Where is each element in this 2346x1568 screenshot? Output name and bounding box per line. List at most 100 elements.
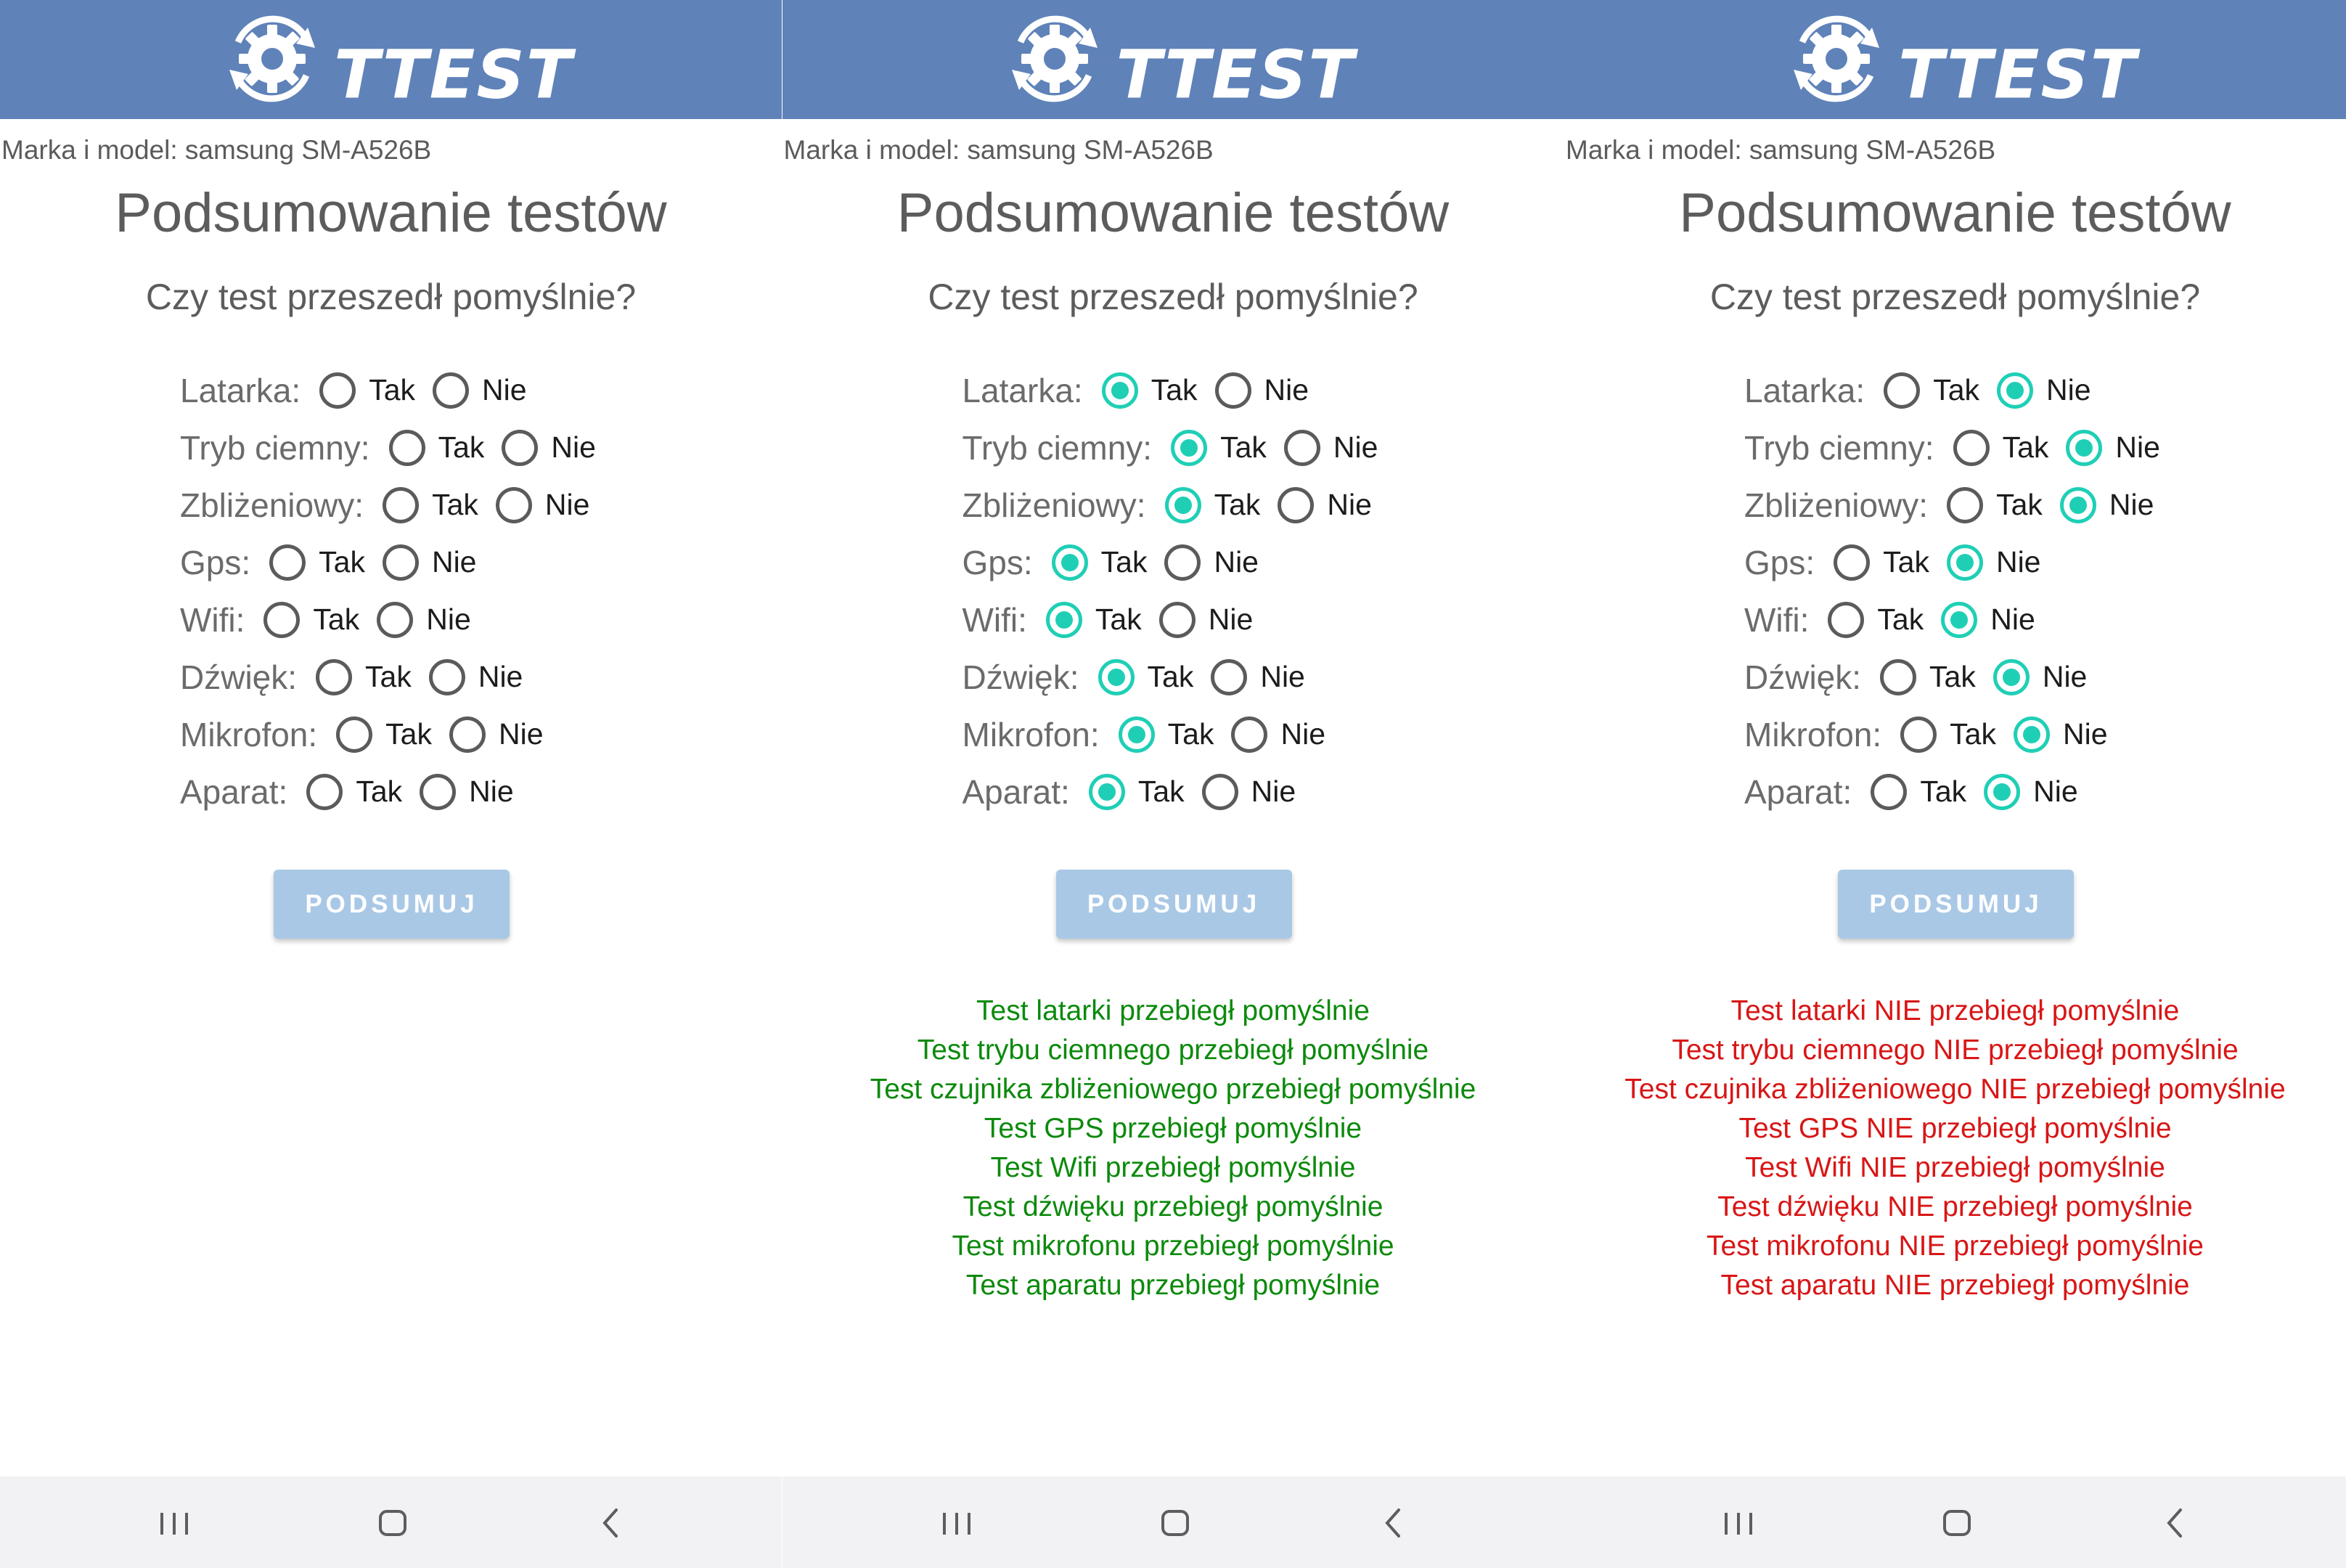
- radio-option-no[interactable]: Nie: [1993, 658, 2087, 695]
- radio-button-no[interactable]: [1946, 544, 1983, 581]
- radio-option-no[interactable]: Nie: [2059, 486, 2154, 523]
- radio-option-no[interactable]: Nie: [1231, 716, 1325, 753]
- radio-option-no[interactable]: Nie: [1984, 773, 2078, 810]
- radio-option-yes[interactable]: Tak: [1828, 601, 1924, 638]
- radio-option-yes[interactable]: Tak: [1118, 716, 1214, 753]
- radio-option-no[interactable]: Nie: [495, 486, 589, 523]
- radio-button-yes[interactable]: [1088, 773, 1125, 810]
- radio-option-yes[interactable]: Tak: [1101, 372, 1198, 409]
- radio-button-yes[interactable]: [1164, 486, 1201, 523]
- radio-option-yes[interactable]: Tak: [1834, 544, 1929, 581]
- radio-option-no[interactable]: Nie: [502, 429, 596, 466]
- radio-option-no[interactable]: Nie: [1158, 601, 1253, 638]
- radio-button-no[interactable]: [2013, 716, 2050, 753]
- radio-option-yes[interactable]: Tak: [306, 773, 402, 810]
- radio-button-no[interactable]: [502, 429, 539, 466]
- radio-button-yes[interactable]: [1171, 429, 1208, 466]
- radio-option-yes[interactable]: Tak: [1947, 486, 2043, 523]
- radio-option-yes[interactable]: Tak: [1884, 372, 1979, 409]
- radio-option-yes[interactable]: Tak: [336, 716, 432, 753]
- radio-option-no[interactable]: Nie: [382, 544, 477, 581]
- home-icon[interactable]: [1937, 1506, 1977, 1540]
- radio-option-yes[interactable]: Tak: [319, 372, 415, 409]
- radio-button-yes[interactable]: [269, 544, 306, 581]
- summarize-button[interactable]: PODSUMUJ: [1838, 870, 2074, 939]
- radio-button-yes[interactable]: [1098, 658, 1135, 695]
- radio-option-yes[interactable]: Tak: [1164, 486, 1260, 523]
- radio-button-yes[interactable]: [1953, 429, 1990, 466]
- radio-button-yes[interactable]: [1834, 544, 1871, 581]
- radio-option-yes[interactable]: Tak: [388, 429, 484, 466]
- radio-button-no[interactable]: [1941, 601, 1978, 638]
- radio-option-yes[interactable]: Tak: [316, 658, 412, 695]
- radio-button-no[interactable]: [433, 372, 470, 409]
- radio-option-no[interactable]: Nie: [428, 658, 523, 695]
- radio-option-no[interactable]: Nie: [1211, 658, 1305, 695]
- radio-option-yes[interactable]: Tak: [1098, 658, 1193, 695]
- radio-button-no[interactable]: [428, 658, 465, 695]
- radio-option-no[interactable]: Nie: [1201, 773, 1296, 810]
- radio-option-no[interactable]: Nie: [1946, 544, 2041, 581]
- back-icon[interactable]: [1374, 1506, 1413, 1540]
- radio-option-yes[interactable]: Tak: [1871, 773, 1966, 810]
- radio-button-yes[interactable]: [1051, 544, 1088, 581]
- radio-button-no[interactable]: [449, 716, 486, 753]
- summarize-button[interactable]: PODSUMUJ: [1055, 870, 1292, 939]
- radio-button-yes[interactable]: [1884, 372, 1921, 409]
- radio-button-yes[interactable]: [1871, 773, 1908, 810]
- radio-button-yes[interactable]: [383, 486, 420, 523]
- summarize-button[interactable]: PODSUMUJ: [274, 870, 510, 939]
- radio-button-no[interactable]: [1997, 372, 2034, 409]
- radio-option-no[interactable]: Nie: [1283, 429, 1378, 466]
- radio-option-no[interactable]: Nie: [420, 773, 514, 810]
- radio-option-no[interactable]: Nie: [2066, 429, 2160, 466]
- radio-button-yes[interactable]: [1118, 716, 1155, 753]
- radio-option-yes[interactable]: Tak: [269, 544, 365, 581]
- radio-option-yes[interactable]: Tak: [1051, 544, 1147, 581]
- radio-option-no[interactable]: Nie: [377, 601, 471, 638]
- radio-button-no[interactable]: [1214, 372, 1251, 409]
- radio-button-no[interactable]: [2066, 429, 2103, 466]
- radio-option-yes[interactable]: Tak: [1953, 429, 2048, 466]
- radio-button-no[interactable]: [1984, 773, 2021, 810]
- home-icon[interactable]: [1156, 1506, 1195, 1540]
- radio-button-yes[interactable]: [336, 716, 373, 753]
- radio-option-yes[interactable]: Tak: [1171, 429, 1267, 466]
- radio-button-yes[interactable]: [1880, 658, 1917, 695]
- radio-button-no[interactable]: [1283, 429, 1320, 466]
- radio-button-yes[interactable]: [388, 429, 425, 466]
- radio-option-no[interactable]: Nie: [1997, 372, 2091, 409]
- radio-button-no[interactable]: [495, 486, 532, 523]
- radio-button-yes[interactable]: [263, 601, 301, 638]
- radio-button-no[interactable]: [2059, 486, 2096, 523]
- radio-button-yes[interactable]: [306, 773, 343, 810]
- recent-apps-icon[interactable]: [1719, 1506, 1758, 1540]
- recent-apps-icon[interactable]: [937, 1506, 976, 1540]
- radio-option-no[interactable]: Nie: [1214, 372, 1309, 409]
- radio-option-yes[interactable]: Tak: [1900, 716, 1996, 753]
- radio-button-yes[interactable]: [1101, 372, 1138, 409]
- radio-option-yes[interactable]: Tak: [1880, 658, 1976, 695]
- radio-option-yes[interactable]: Tak: [1088, 773, 1185, 810]
- radio-option-no[interactable]: Nie: [1164, 544, 1259, 581]
- radio-option-no[interactable]: Nie: [449, 716, 544, 753]
- radio-button-no[interactable]: [1158, 601, 1196, 638]
- radio-button-no[interactable]: [1993, 658, 2030, 695]
- radio-button-no[interactable]: [1164, 544, 1201, 581]
- radio-option-yes[interactable]: Tak: [263, 601, 359, 638]
- radio-option-yes[interactable]: Tak: [383, 486, 478, 523]
- radio-button-no[interactable]: [377, 601, 414, 638]
- radio-button-yes[interactable]: [1947, 486, 1984, 523]
- radio-button-no[interactable]: [1231, 716, 1268, 753]
- radio-option-no[interactable]: Nie: [1941, 601, 2035, 638]
- radio-button-no[interactable]: [382, 544, 419, 581]
- radio-button-yes[interactable]: [1828, 601, 1865, 638]
- recent-apps-icon[interactable]: [155, 1506, 194, 1540]
- radio-button-no[interactable]: [420, 773, 457, 810]
- radio-button-no[interactable]: [1201, 773, 1238, 810]
- radio-button-yes[interactable]: [1900, 716, 1937, 753]
- radio-option-yes[interactable]: Tak: [1045, 601, 1142, 638]
- home-icon[interactable]: [373, 1506, 412, 1540]
- radio-button-no[interactable]: [1278, 486, 1315, 523]
- radio-option-no[interactable]: Nie: [433, 372, 527, 409]
